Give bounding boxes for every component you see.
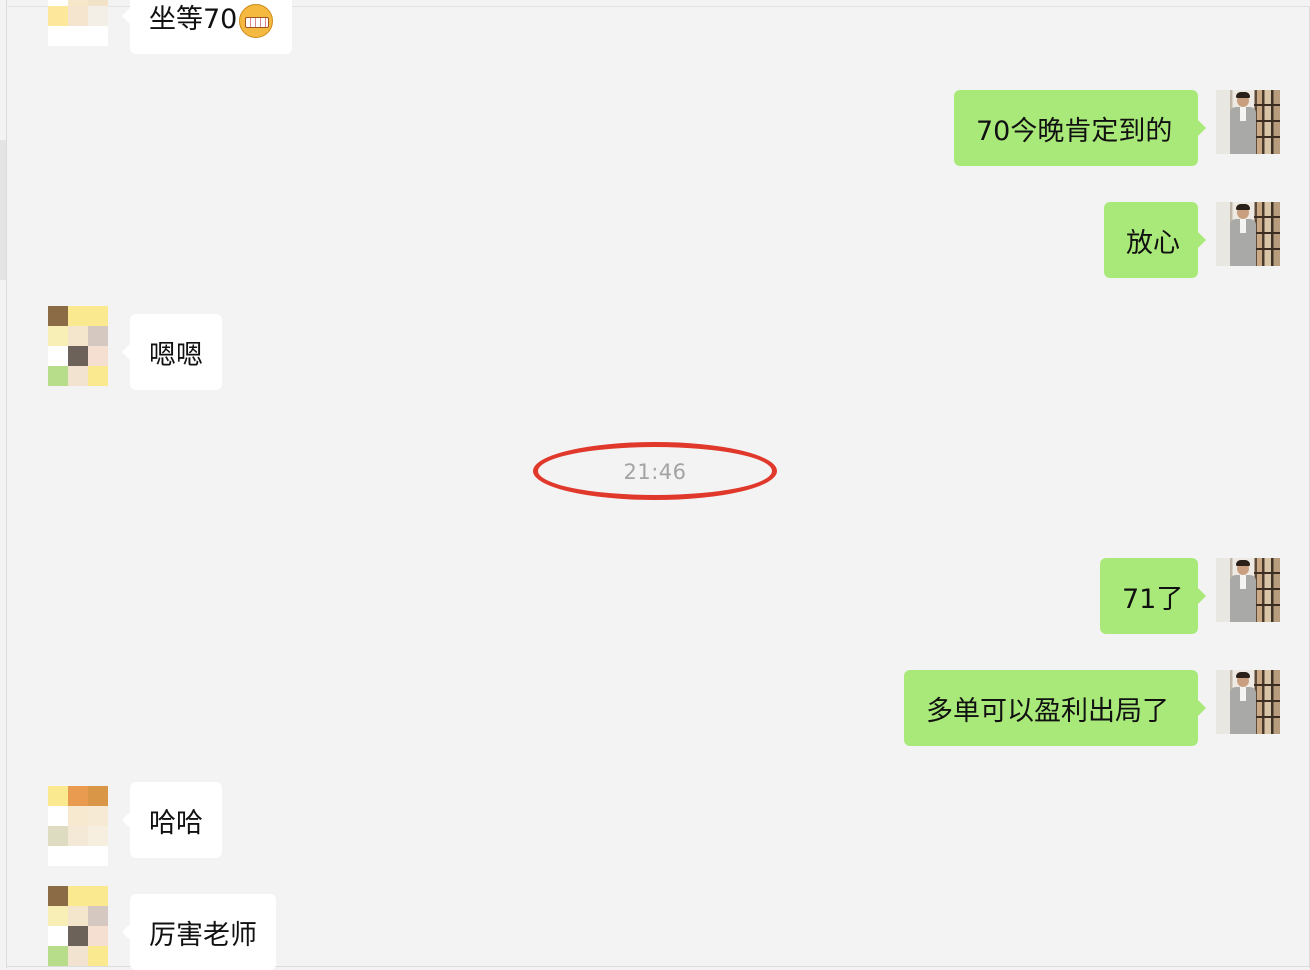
pixelated-avatar-icon[interactable] [48, 786, 108, 866]
user-photo-avatar-icon[interactable] [1216, 670, 1280, 734]
message-bubble[interactable]: 71了 [1100, 558, 1206, 634]
pixelated-avatar-icon[interactable] [48, 306, 108, 386]
user-photo-avatar-icon[interactable] [1216, 90, 1280, 154]
message-bubble[interactable]: 多单可以盈利出局了 [904, 670, 1206, 746]
pixelated-avatar-icon[interactable] [48, 886, 108, 966]
message-text: 71了 [1122, 583, 1184, 615]
message-bubble[interactable]: 厉害老师 [122, 894, 276, 970]
message-text: 哈哈 [149, 807, 203, 839]
highlight-ellipse [533, 442, 777, 500]
message-bubble[interactable]: 70今晚肯定到的 [954, 90, 1206, 166]
user-photo-avatar-icon[interactable] [1216, 558, 1280, 622]
message-bubble[interactable]: 坐等70 [121, 0, 293, 54]
message-bubble[interactable]: 嗯嗯 [122, 314, 222, 390]
window-left-strip [0, 140, 6, 280]
message-text: 厉害老师 [149, 919, 257, 951]
message-text: 多单可以盈利出局了 [926, 695, 1169, 727]
pixelated-avatar-icon[interactable] [48, 0, 108, 46]
grinning-face-icon [239, 4, 274, 38]
message-bubble[interactable]: 放心 [1104, 202, 1206, 278]
message-text: 放心 [1126, 227, 1180, 259]
message-bubble[interactable]: 哈哈 [122, 782, 222, 858]
message-text: 70今晚肯定到的 [976, 115, 1173, 147]
user-photo-avatar-icon[interactable] [1216, 202, 1280, 266]
message-text: 嗯嗯 [149, 339, 203, 371]
message-text: 坐等70 [149, 3, 238, 35]
